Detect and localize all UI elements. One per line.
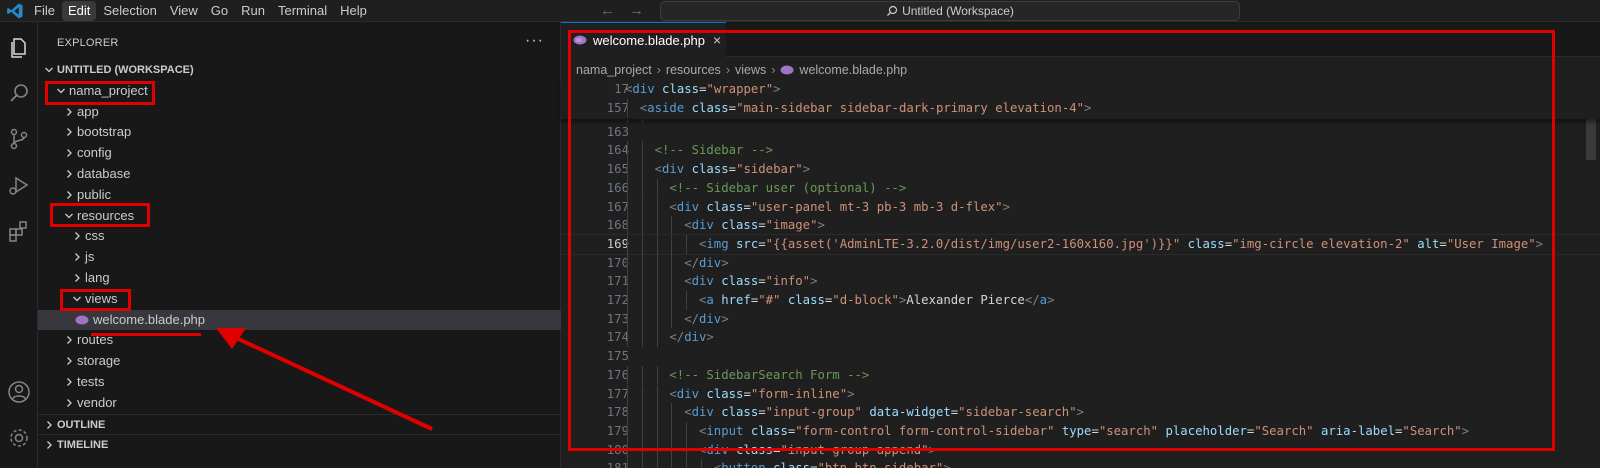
tree-item-label: storage bbox=[77, 353, 121, 369]
folder-item-config[interactable]: config bbox=[38, 143, 561, 164]
folder-item-database[interactable]: database bbox=[38, 164, 561, 185]
chevron-right-icon[interactable] bbox=[72, 268, 82, 288]
menu-item-selection[interactable]: Selection bbox=[97, 1, 162, 21]
extensions-icon[interactable] bbox=[5, 217, 33, 245]
navigation-arrows: ← → bbox=[600, 2, 644, 19]
code-token: class bbox=[773, 461, 810, 468]
code-token: "btn btn-sidebar" bbox=[817, 461, 943, 468]
tree-item-label: database bbox=[77, 165, 131, 181]
folder-item-storage[interactable]: storage bbox=[38, 351, 561, 372]
php-file-icon bbox=[75, 315, 89, 325]
timeline-section-header[interactable]: TIMELINE bbox=[38, 434, 561, 455]
explorer-files-icon[interactable] bbox=[5, 34, 33, 62]
menu-item-file[interactable]: File bbox=[28, 1, 61, 21]
search-icon bbox=[887, 5, 898, 16]
file-tree: UNTITLED (WORKSPACE) nama_project app boots… bbox=[38, 60, 561, 455]
code-text: <button class="btn btn-sidebar"> bbox=[714, 459, 951, 468]
indent-guide bbox=[671, 459, 673, 468]
chevron-right-icon[interactable] bbox=[72, 247, 82, 267]
vertical-scrollbar[interactable] bbox=[1586, 58, 1598, 468]
folder-item-bootstrap[interactable]: bootstrap bbox=[38, 122, 561, 143]
annotation-box-nama-project bbox=[45, 81, 155, 105]
chevron-right-icon[interactable] bbox=[64, 164, 74, 184]
annotation-underline-welcome bbox=[91, 333, 201, 336]
timeline-label: TIMELINE bbox=[57, 439, 109, 452]
annotation-box-views bbox=[60, 289, 131, 311]
chevron-down-icon[interactable] bbox=[44, 60, 54, 80]
chevron-right-icon[interactable] bbox=[64, 351, 74, 371]
annotation-box-editor bbox=[568, 30, 1555, 451]
indent-guide bbox=[627, 459, 628, 468]
menu-item-run[interactable]: Run bbox=[235, 1, 271, 21]
tree-item-label: vendor bbox=[77, 394, 117, 410]
code-token: > bbox=[943, 461, 950, 468]
command-center[interactable]: Untitled (Workspace) bbox=[660, 1, 1240, 21]
run-debug-icon[interactable] bbox=[5, 171, 33, 199]
tree-item-label: bootstrap bbox=[77, 124, 132, 140]
indent-guide bbox=[656, 459, 658, 468]
chevron-right-icon[interactable] bbox=[64, 372, 74, 392]
tree-item-label: welcome.blade.php bbox=[93, 311, 206, 327]
annotation-box-resources bbox=[50, 203, 150, 227]
search-icon[interactable] bbox=[5, 80, 33, 108]
menu-item-go[interactable]: Go bbox=[205, 1, 234, 21]
indent-guide bbox=[641, 459, 643, 468]
chevron-right-icon[interactable] bbox=[44, 415, 54, 435]
forward-arrow-icon[interactable]: → bbox=[629, 2, 644, 19]
explorer-header: EXPLORER bbox=[57, 37, 119, 49]
menu-item-help[interactable]: Help bbox=[334, 1, 373, 21]
source-control-icon[interactable] bbox=[5, 125, 33, 153]
folder-item-css[interactable]: css bbox=[38, 226, 561, 247]
code-line[interactable]: 181 <button class="btn btn-sidebar"> bbox=[561, 459, 1600, 468]
title-bar: File Edit Selection View Go Run Terminal Help ←… bbox=[0, 0, 1600, 22]
tree-item-label: config bbox=[77, 145, 112, 161]
menu-bar: File Edit Selection View Go Run Terminal Help bbox=[28, 0, 374, 22]
workspace-label: UNTITLED (WORKSPACE) bbox=[57, 64, 194, 76]
tree-item-label: js bbox=[85, 249, 95, 265]
back-arrow-icon[interactable]: ← bbox=[600, 2, 615, 19]
chevron-right-icon[interactable] bbox=[72, 226, 82, 246]
activity-bar bbox=[0, 22, 38, 468]
file-item[interactable]: welcome.blade.php bbox=[38, 309, 561, 331]
tree-item-label: lang bbox=[85, 269, 110, 285]
chevron-right-icon[interactable] bbox=[64, 122, 74, 142]
menu-item-terminal[interactable]: Terminal bbox=[272, 1, 333, 21]
folder-item-vendor[interactable]: vendor bbox=[38, 393, 561, 414]
line-number: 181 bbox=[561, 459, 629, 468]
indent-guide bbox=[686, 459, 688, 468]
outline-label: OUTLINE bbox=[57, 418, 106, 431]
command-center-label: Untitled (Workspace) bbox=[902, 4, 1014, 18]
menu-item-edit[interactable]: Edit bbox=[61, 1, 97, 21]
vscode-logo-icon[interactable] bbox=[6, 2, 24, 20]
menu-item-view[interactable]: View bbox=[164, 1, 204, 21]
outline-section-header[interactable]: OUTLINE bbox=[38, 413, 561, 435]
tree-item-label: css bbox=[85, 228, 105, 244]
chevron-right-icon[interactable] bbox=[64, 185, 74, 205]
tree-item-label: tests bbox=[77, 373, 105, 389]
chevron-right-icon[interactable] bbox=[64, 143, 74, 163]
chevron-right-icon[interactable] bbox=[44, 435, 54, 455]
folder-item-tests[interactable]: tests bbox=[38, 372, 561, 393]
chevron-right-icon[interactable] bbox=[64, 330, 74, 350]
indent-guide bbox=[701, 459, 702, 468]
code-token: button bbox=[721, 461, 765, 468]
folder-item-js[interactable]: js bbox=[38, 247, 561, 268]
workspace-section-header[interactable]: UNTITLED (WORKSPACE) bbox=[38, 60, 561, 81]
more-actions-icon[interactable]: ··· bbox=[525, 32, 544, 50]
folder-item-lang[interactable]: lang bbox=[38, 268, 561, 289]
settings-gear-icon[interactable] bbox=[5, 424, 33, 452]
account-icon[interactable] bbox=[5, 378, 33, 406]
chevron-right-icon[interactable] bbox=[64, 393, 74, 413]
